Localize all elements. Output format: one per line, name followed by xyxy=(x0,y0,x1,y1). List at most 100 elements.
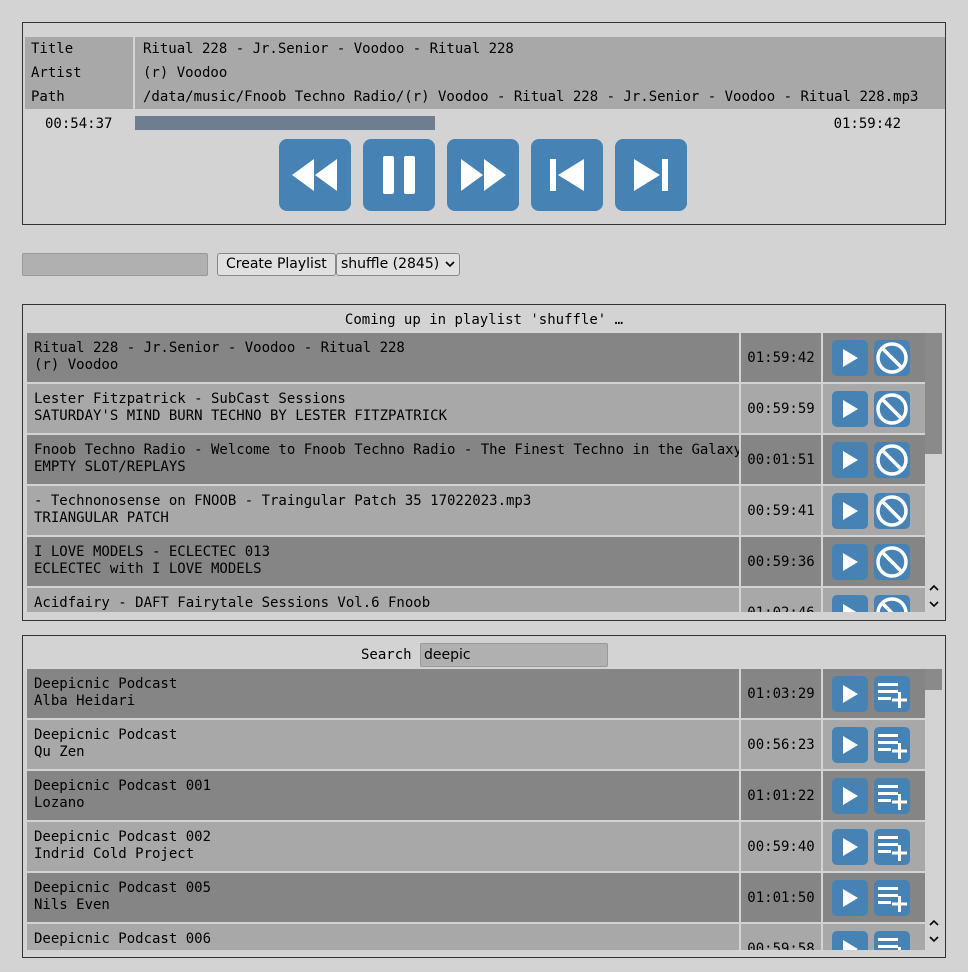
play-button[interactable] xyxy=(832,543,868,580)
remove-from-queue-button[interactable] xyxy=(874,594,910,612)
track-duration: 01:03:29 xyxy=(741,669,823,718)
play-button[interactable] xyxy=(832,339,868,376)
remove-from-queue-button[interactable] xyxy=(874,543,910,580)
queue-row[interactable]: Lester Fitzpatrick - SubCast Sessions SAT… xyxy=(27,384,925,435)
artist-value: (r) Voodoo xyxy=(135,61,945,85)
path-value: /data/music/Fnoob Techno Radio/(r) Voodo… xyxy=(135,85,945,109)
add-to-playlist-button[interactable] xyxy=(874,930,910,950)
track-artist: TRIANGULAR PATCH xyxy=(34,510,169,526)
remove-from-queue-button[interactable] xyxy=(874,441,910,478)
queue-row[interactable]: - Technonosense on FNOOB - Traingular Pa… xyxy=(27,486,925,537)
track-title: Lester Fitzpatrick - SubCast Sessions xyxy=(34,391,346,407)
track-title: Deepicnic Podcast 005 xyxy=(34,880,212,896)
search-results-list[interactable]: Deepicnic Podcast Alba Heidari 01:03:29 Dee… xyxy=(27,669,925,950)
queue-row[interactable]: Acidfairy - DAFT Fairytale Sessions Vol.… xyxy=(27,588,925,612)
artist-label: Artist xyxy=(25,61,135,85)
play-icon xyxy=(843,786,858,805)
queue-scroll-thumb[interactable] xyxy=(925,333,942,454)
artist-row: Artist (r) Voodoo xyxy=(25,61,945,85)
playlist-name-input[interactable] xyxy=(22,253,208,276)
play-button[interactable] xyxy=(832,675,868,712)
block-icon xyxy=(876,443,908,476)
track-text: Acidfairy - DAFT Fairytale Sessions Vol.… xyxy=(27,588,741,612)
fast-forward-button[interactable] xyxy=(447,139,519,211)
track-text: Deepicnic Podcast 001 Lozano xyxy=(27,771,741,820)
track-artist: Qu Zen xyxy=(34,744,85,760)
track-text: Deepicnic Podcast 006 xyxy=(27,924,741,950)
track-artist: (r) Voodoo xyxy=(34,357,119,373)
track-artist: Alba Heidari xyxy=(34,693,136,709)
pause-icon xyxy=(383,156,415,194)
scroll-up-arrow-icon[interactable] xyxy=(925,580,942,594)
row-actions xyxy=(823,384,925,433)
queue-row[interactable]: I LOVE MODELS - ECLECTEC 013 ECLECTEC wit… xyxy=(27,537,925,588)
add-to-playlist-button[interactable] xyxy=(874,726,910,763)
queue-list[interactable]: Ritual 228 - Jr.Senior - Voodoo - Ritual… xyxy=(27,333,925,612)
remove-from-queue-button[interactable] xyxy=(874,492,910,529)
play-button[interactable] xyxy=(832,828,868,865)
search-result-row[interactable]: Deepicnic Podcast 001 Lozano 01:01:22 xyxy=(27,771,925,822)
scroll-down-arrow-icon[interactable] xyxy=(925,597,942,611)
playlist-add-icon xyxy=(878,733,907,759)
create-playlist-button[interactable]: Create Playlist xyxy=(217,253,336,276)
scroll-down-arrow-icon[interactable] xyxy=(925,932,942,946)
search-result-row[interactable]: Deepicnic Podcast 005 Nils Even 01:01:50 xyxy=(27,873,925,924)
play-icon xyxy=(843,348,858,367)
track-title: Deepicnic Podcast 001 xyxy=(34,778,212,794)
playlist-select[interactable]: shuffle (2845) xyxy=(336,253,461,276)
search-result-row[interactable]: Deepicnic Podcast 002 Indrid Cold Project… xyxy=(27,822,925,873)
add-to-playlist-button[interactable] xyxy=(874,828,910,865)
playlist-add-icon xyxy=(878,784,907,810)
track-duration: 00:59:36 xyxy=(741,537,823,586)
search-result-row[interactable]: Deepicnic Podcast Alba Heidari 01:03:29 xyxy=(27,669,925,720)
row-actions xyxy=(823,924,925,950)
play-button[interactable] xyxy=(832,594,868,612)
queue-row[interactable]: Ritual 228 - Jr.Senior - Voodoo - Ritual… xyxy=(27,333,925,384)
playlist-add-icon xyxy=(878,682,907,708)
search-result-row[interactable]: Deepicnic Podcast Qu Zen 00:56:23 xyxy=(27,720,925,771)
block-icon xyxy=(876,392,908,425)
track-duration: 00:01:51 xyxy=(741,435,823,484)
block-icon xyxy=(876,545,908,578)
track-duration: 00:56:23 xyxy=(741,720,823,769)
play-button[interactable] xyxy=(832,726,868,763)
elapsed-time: 00:54:37 xyxy=(45,116,113,132)
queue-row[interactable]: Fnoob Techno Radio - Welcome to Fnoob Te… xyxy=(27,435,925,486)
block-icon xyxy=(876,596,908,612)
row-actions xyxy=(823,333,925,382)
pause-button[interactable] xyxy=(363,139,435,211)
play-button[interactable] xyxy=(832,390,868,427)
rewind-button[interactable] xyxy=(279,139,351,211)
add-to-playlist-button[interactable] xyxy=(874,675,910,712)
search-result-row[interactable]: Deepicnic Podcast 006 00:59:58 xyxy=(27,924,925,950)
track-title: Fnoob Techno Radio - Welcome to Fnoob Te… xyxy=(34,442,741,458)
queue-scrollbar[interactable] xyxy=(925,333,942,612)
add-to-playlist-button[interactable] xyxy=(874,879,910,916)
play-button[interactable] xyxy=(832,879,868,916)
play-button[interactable] xyxy=(832,930,868,950)
track-text: Ritual 228 - Jr.Senior - Voodoo - Ritual… xyxy=(27,333,741,382)
playlist-add-icon xyxy=(878,835,907,861)
row-actions xyxy=(823,873,925,922)
fast-forward-icon xyxy=(461,159,506,191)
remove-from-queue-button[interactable] xyxy=(874,339,910,376)
remove-from-queue-button[interactable] xyxy=(874,390,910,427)
play-button[interactable] xyxy=(832,441,868,478)
seek-bar[interactable] xyxy=(135,116,791,130)
next-track-button[interactable] xyxy=(615,139,687,211)
transport-controls xyxy=(279,139,687,211)
path-label: Path xyxy=(25,85,135,109)
play-icon xyxy=(843,735,858,754)
track-duration: 00:59:41 xyxy=(741,486,823,535)
add-to-playlist-button[interactable] xyxy=(874,777,910,814)
previous-track-button[interactable] xyxy=(531,139,603,211)
track-duration: 00:59:58 xyxy=(741,924,823,950)
play-icon xyxy=(843,888,858,907)
title-label: Title xyxy=(25,37,135,61)
search-scroll-thumb[interactable] xyxy=(925,669,942,690)
search-input[interactable]: deepic xyxy=(420,643,608,667)
scroll-up-arrow-icon[interactable] xyxy=(925,915,942,929)
play-button[interactable] xyxy=(832,777,868,814)
search-scrollbar[interactable] xyxy=(925,669,942,950)
play-button[interactable] xyxy=(832,492,868,529)
